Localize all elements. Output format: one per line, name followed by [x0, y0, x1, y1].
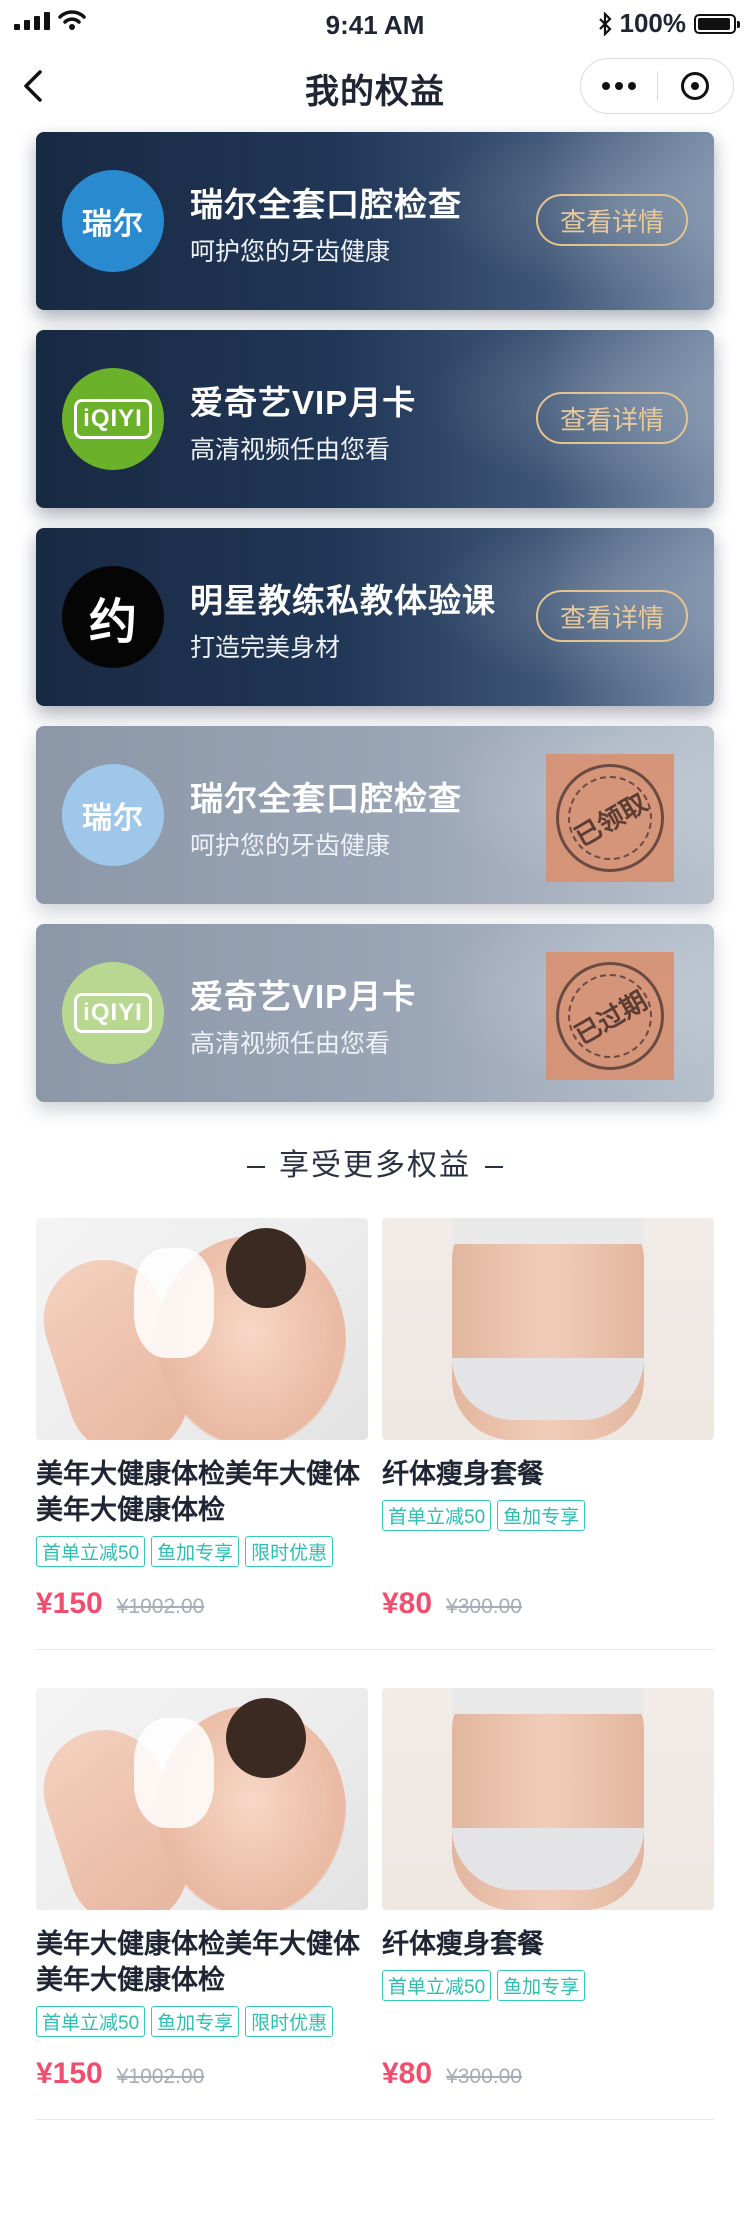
benefit-card[interactable]: 瑞尔 瑞尔全套口腔检查 呵护您的牙齿健康 查看详情	[36, 132, 714, 310]
card-subtitle: 呵护您的牙齿健康	[190, 238, 391, 266]
product-name: 美年大健康体检美年大健体美年大健康体检	[36, 1459, 360, 1525]
card-title: 瑞尔全套口腔检查	[190, 186, 462, 223]
view-details-button[interactable]: 查看详情	[536, 590, 688, 642]
price-row: ¥80 ¥300.00	[382, 1587, 714, 1621]
product-image	[36, 1688, 368, 1910]
target-icon	[681, 72, 710, 100]
card-subtitle: 高清视频任由您看	[190, 1030, 391, 1058]
price-row: ¥150 ¥1002.00	[36, 2057, 368, 2091]
product-image	[36, 1218, 368, 1440]
promo-tag: 鱼加专享	[151, 2006, 240, 2037]
sale-price: ¥150	[36, 2057, 103, 2090]
promo-tag: 限时优惠	[245, 1536, 334, 1567]
card-subtitle: 高清视频任由您看	[190, 436, 391, 464]
ruier-logo: 瑞尔	[62, 170, 164, 272]
promo-tag: 首单立减50	[36, 1536, 146, 1567]
original-price: ¥300.00	[446, 2065, 522, 2088]
product-name: 纤体瘦身套餐	[382, 1459, 544, 1489]
card-subtitle: 呵护您的牙齿健康	[190, 832, 391, 860]
battery-percent: 100%	[619, 8, 687, 38]
sale-price: ¥80	[382, 2057, 433, 2090]
product-tags: 首单立减50 鱼加专享	[382, 1500, 714, 1531]
product-image	[382, 1688, 714, 1910]
original-price: ¥1002.00	[116, 1595, 205, 1618]
price-row: ¥80 ¥300.00	[382, 2057, 714, 2091]
product-tags: 首单立减50 鱼加专享 限时优惠	[36, 2006, 368, 2037]
more-benefits-heading: 享受更多权益	[0, 1140, 750, 1184]
benefit-card-claimed: 瑞尔 瑞尔全套口腔检查 呵护您的牙齿健康 已领取	[36, 726, 714, 904]
benefit-cards: 瑞尔 瑞尔全套口腔检查 呵护您的牙齿健康 查看详情 iQIYI 爱奇艺VIP月卡…	[0, 124, 750, 1102]
product-tags: 首单立减50 鱼加专享 限时优惠	[36, 1536, 368, 1567]
claimed-stamp: 已领取	[556, 764, 664, 872]
product-grid: 美年大健康体检美年大健体美年大健康体检 首单立减50 鱼加专享 限时优惠 ¥15…	[0, 1184, 750, 2120]
battery-icon	[694, 13, 740, 34]
original-price: ¥300.00	[446, 1595, 522, 1618]
product-card[interactable]: 美年大健康体检美年大健体美年大健康体检 首单立减50 鱼加专享 限时优惠 ¥15…	[36, 1218, 368, 1621]
nav-bar: 我的权益	[0, 48, 750, 124]
promo-tag: 鱼加专享	[151, 1536, 240, 1567]
card-title: 爱奇艺VIP月卡	[190, 384, 417, 421]
view-details-button[interactable]: 查看详情	[536, 194, 688, 246]
promo-tag: 限时优惠	[245, 2006, 334, 2037]
promo-tag: 鱼加专享	[497, 1500, 586, 1531]
more-dots-icon	[601, 82, 636, 90]
product-row: 美年大健康体检美年大健体美年大健康体检 首单立减50 鱼加专享 限时优惠 ¥15…	[36, 1218, 714, 1650]
product-card[interactable]: 纤体瘦身套餐 首单立减50 鱼加专享 ¥80 ¥300.00	[382, 1218, 714, 1621]
product-name: 纤体瘦身套餐	[382, 1929, 544, 1959]
close-program-button[interactable]	[658, 59, 734, 113]
product-row: 美年大健康体检美年大健体美年大健康体检 首单立减50 鱼加专享 限时优惠 ¥15…	[36, 1688, 714, 2120]
card-subtitle: 打造完美身材	[190, 634, 341, 662]
product-card[interactable]: 美年大健康体检美年大健体美年大健康体检 首单立减50 鱼加专享 限时优惠 ¥15…	[36, 1688, 368, 2091]
card-title: 明星教练私教体验课	[190, 582, 496, 619]
iqiyi-logo: iQIYI	[62, 368, 164, 470]
view-details-button[interactable]: 查看详情	[536, 392, 688, 444]
product-name: 美年大健康体检美年大健体美年大健康体检	[36, 1929, 360, 1995]
yue-logo: 约	[62, 566, 164, 668]
promo-tag: 鱼加专享	[497, 1970, 586, 2001]
benefit-card[interactable]: iQIYI 爱奇艺VIP月卡 高清视频任由您看 查看详情	[36, 330, 714, 508]
benefit-card-expired: iQIYI 爱奇艺VIP月卡 高清视频任由您看 已过期	[36, 924, 714, 1102]
promo-tag: 首单立减50	[36, 2006, 146, 2037]
card-title: 爱奇艺VIP月卡	[190, 978, 417, 1015]
benefit-card[interactable]: 约 明星教练私教体验课 打造完美身材 查看详情	[36, 528, 714, 706]
bluetooth-icon	[598, 11, 612, 36]
status-bar: 9:41 AM 100%	[0, 0, 750, 48]
promo-tag: 首单立减50	[382, 1970, 492, 2001]
status-right: 100%	[598, 8, 740, 39]
card-title: 瑞尔全套口腔检查	[190, 780, 462, 817]
iqiyi-logo: iQIYI	[62, 962, 164, 1064]
price-row: ¥150 ¥1002.00	[36, 1587, 368, 1621]
product-card[interactable]: 纤体瘦身套餐 首单立减50 鱼加专享 ¥80 ¥300.00	[382, 1688, 714, 2091]
ruier-logo: 瑞尔	[62, 764, 164, 866]
more-button[interactable]	[581, 59, 657, 113]
sale-price: ¥80	[382, 1587, 433, 1620]
mini-program-capsule	[580, 58, 734, 114]
product-tags: 首单立减50 鱼加专享	[382, 1970, 714, 2001]
product-image	[382, 1218, 714, 1440]
original-price: ¥1002.00	[116, 2065, 205, 2088]
promo-tag: 首单立减50	[382, 1500, 492, 1531]
sale-price: ¥150	[36, 1587, 103, 1620]
expired-stamp: 已过期	[556, 962, 664, 1070]
